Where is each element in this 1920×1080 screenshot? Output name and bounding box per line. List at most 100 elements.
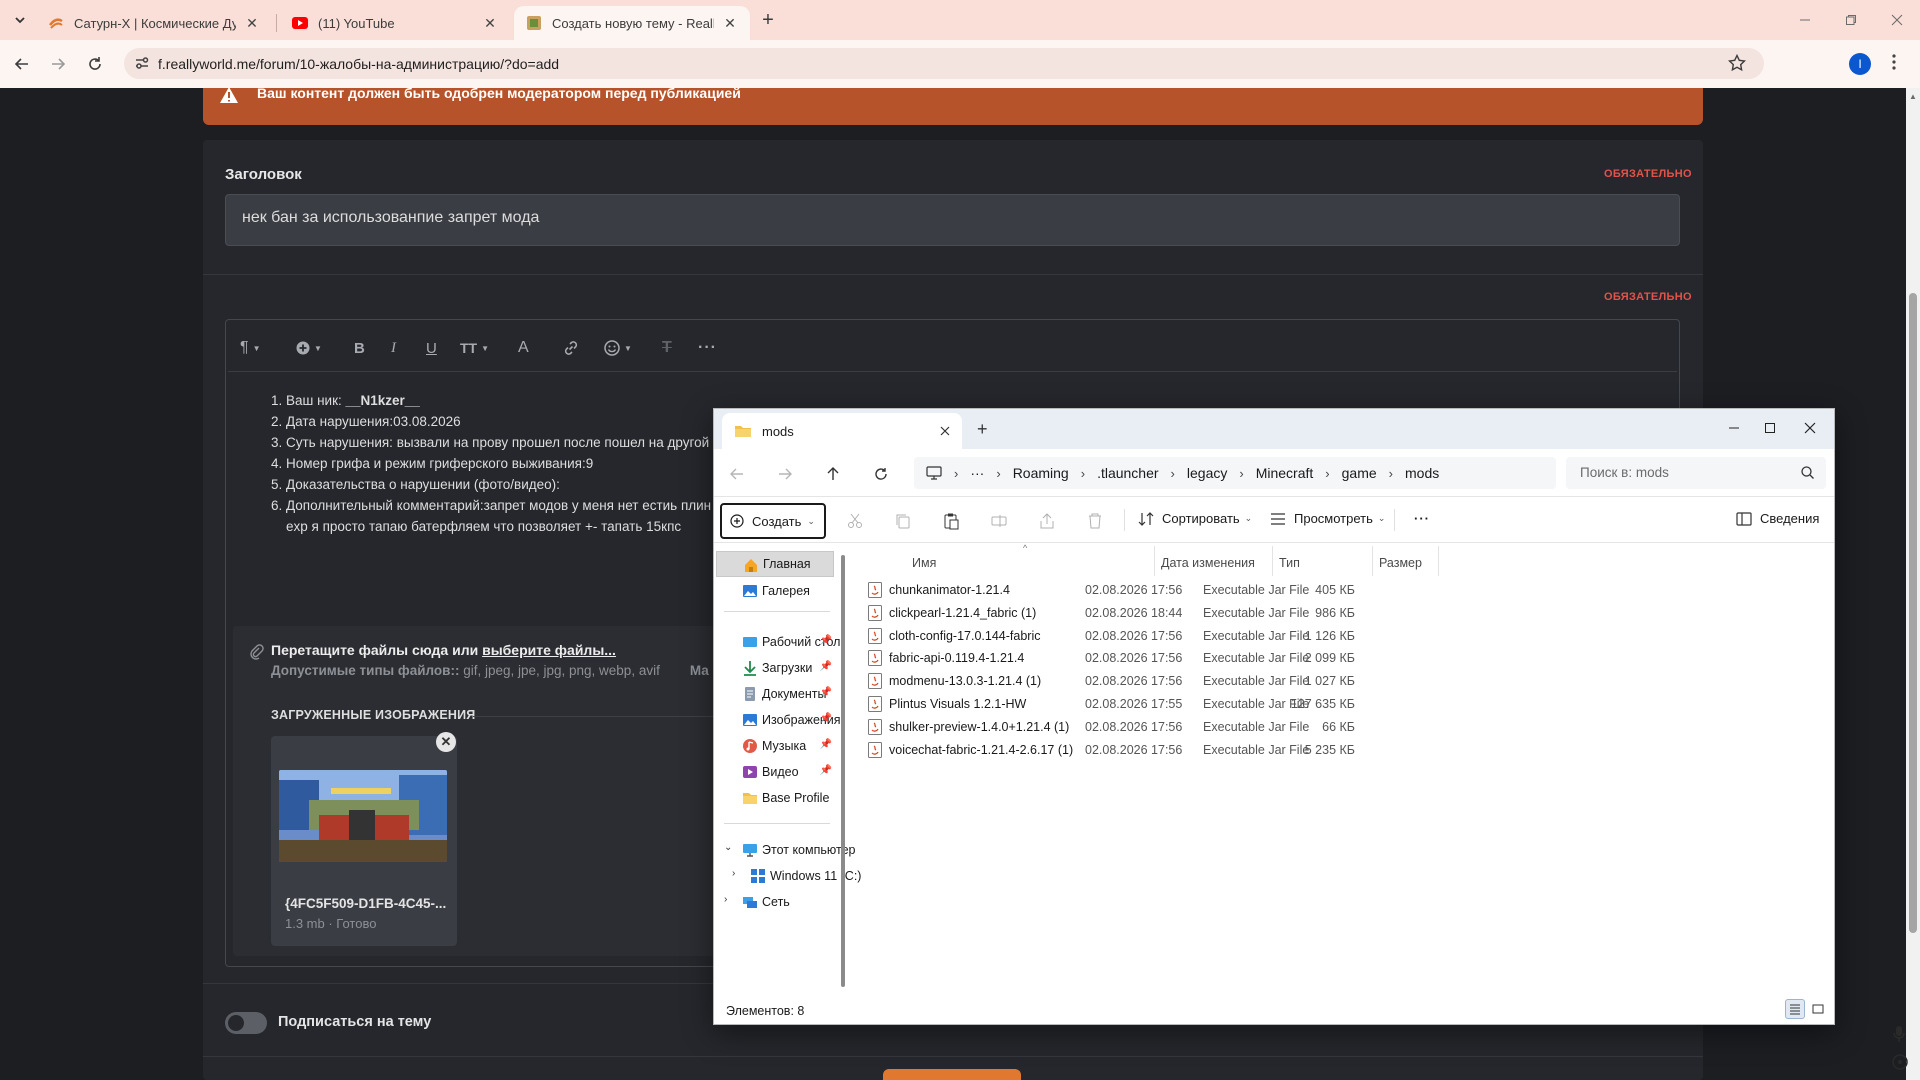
expand-chevron-icon[interactable]: › [724, 894, 727, 905]
file-row[interactable]: clickpearl-1.21.4_fabric (1) 02.08.2026 1… [858, 602, 1458, 624]
create-button[interactable]: Создать ⌄ [720, 503, 826, 539]
scrollbar-thumb[interactable] [1909, 293, 1917, 933]
remove-attachment-button[interactable]: ✕ [436, 732, 456, 752]
clear-format-button[interactable]: T [662, 337, 672, 359]
breadcrumb-roaming[interactable]: Roaming [1013, 465, 1069, 481]
explorer-close-button[interactable] [1790, 417, 1830, 439]
link-button[interactable] [562, 337, 580, 359]
nav-item-desktop[interactable]: Рабочий стол 📌 [716, 629, 840, 655]
nav-item-documents[interactable]: Документы 📌 [716, 681, 834, 707]
column-header-size[interactable]: Размер [1379, 551, 1422, 575]
text-color-button[interactable]: A [518, 337, 529, 359]
explorer-forward-button[interactable] [774, 463, 796, 485]
nav-item-pictures[interactable]: Изображения 📌 [716, 707, 841, 733]
bold-button[interactable]: B [354, 337, 365, 359]
profile-avatar[interactable]: I [1849, 53, 1871, 75]
subscribe-toggle[interactable] [225, 1012, 267, 1034]
emoji-button[interactable]: ▼ [604, 337, 632, 359]
address-bar[interactable]: f.reallyworld.me/forum/10-жалобы-на-адми… [124, 48, 1764, 79]
underline-button[interactable]: U [426, 337, 437, 359]
breadcrumb-minecraft[interactable]: Minecraft [1256, 465, 1314, 481]
file-row[interactable]: voicechat-fabric-1.21.4-2.6.17 (1) 02.08.… [858, 739, 1458, 761]
restore-button[interactable] [1836, 10, 1866, 30]
explorer-address-bar[interactable]: › ··· › Roaming › .tlauncher › legacy › … [914, 457, 1556, 489]
expand-chevron-icon[interactable]: › [732, 868, 735, 879]
breadcrumb-game[interactable]: game [1342, 465, 1377, 481]
copy-icon[interactable] [894, 512, 912, 530]
nav-item-network[interactable]: › Сеть [716, 889, 834, 915]
site-info-icon[interactable] [134, 55, 150, 71]
close-tab-icon[interactable]: ✕ [722, 15, 738, 31]
new-tab-button[interactable]: + [757, 9, 779, 31]
cut-icon[interactable] [846, 512, 864, 530]
breadcrumb-legacy[interactable]: legacy [1187, 465, 1227, 481]
details-view-button[interactable] [1785, 999, 1805, 1019]
file-row[interactable]: Plintus Visuals 1.2.1-HW 02.08.2026 17:55… [858, 693, 1458, 715]
nav-item-gallery[interactable]: Галерея [716, 578, 834, 604]
column-header-name[interactable]: Имя [912, 551, 936, 575]
nav-item-music[interactable]: Музыка 📌 [716, 733, 834, 759]
expand-chevron-icon[interactable]: ⌄ [724, 842, 732, 853]
sort-button[interactable]: Сортировать ⌄ [1138, 511, 1252, 526]
nav-item-video[interactable]: Видео 📌 [716, 759, 834, 785]
page-scrollbar[interactable]: ▲ [1906, 88, 1920, 1080]
microphone-icon[interactable] [1892, 1025, 1906, 1043]
explorer-refresh-button[interactable] [870, 463, 892, 485]
text-size-button[interactable]: TT ▼ [460, 337, 489, 359]
attachment-card[interactable]: ✕ {4FC5F509-D1FB-4C45-... 1.3 mb · Готов… [271, 732, 457, 946]
menu-kebab-icon[interactable] [1892, 54, 1896, 70]
submit-button[interactable] [883, 1069, 1021, 1080]
paragraph-format-button[interactable]: ¶ ▼ [240, 337, 261, 359]
file-row[interactable]: fabric-api-0.119.4-1.21.4 02.08.2026 17:5… [858, 647, 1458, 669]
tiles-view-button[interactable] [1808, 999, 1828, 1019]
reload-button[interactable] [83, 52, 107, 76]
explorer-search-input[interactable]: Поиск в: mods [1566, 457, 1826, 489]
browser-tab-create-topic[interactable]: Создать новую тему - ReallyWorld ✕ [514, 6, 750, 40]
nav-pane-scrollbar[interactable] [841, 555, 845, 987]
back-button[interactable] [10, 52, 34, 76]
nav-item-home[interactable]: Главная [716, 551, 834, 577]
explorer-minimize-button[interactable] [1714, 417, 1754, 439]
forward-button[interactable] [46, 52, 70, 76]
breadcrumb-mods[interactable]: mods [1405, 465, 1439, 481]
file-row[interactable]: chunkanimator-1.21.4 02.08.2026 17:56 Exec… [858, 579, 1458, 601]
paste-icon[interactable] [942, 512, 960, 530]
choose-files-link[interactable]: выберите файлы... [482, 642, 616, 658]
nav-item-this-pc[interactable]: ⌄ Этот компьютер [716, 837, 855, 863]
close-window-button[interactable] [1882, 10, 1912, 30]
explorer-up-button[interactable] [822, 463, 844, 485]
file-row[interactable]: modmenu-13.0.3-1.21.4 (1) 02.08.2026 17:5… [858, 670, 1458, 692]
share-icon[interactable] [1038, 512, 1056, 530]
delete-icon[interactable] [1086, 512, 1104, 530]
rename-icon[interactable] [990, 512, 1008, 530]
file-row[interactable]: shulker-preview-1.4.0+1.21.4 (1) 02.08.20… [858, 716, 1458, 738]
breadcrumb-tlauncher[interactable]: .tlauncher [1097, 465, 1158, 481]
more-options-button[interactable]: ··· [1414, 511, 1430, 526]
accessibility-icon[interactable] [1892, 1054, 1908, 1070]
tab-search-button[interactable] [8, 8, 32, 32]
close-tab-icon[interactable]: ✕ [482, 15, 498, 31]
close-tab-icon[interactable] [940, 426, 950, 436]
insert-button[interactable]: ▼ [296, 337, 322, 359]
bookmark-star-icon[interactable] [1728, 54, 1746, 72]
topic-title-input[interactable]: нек бан за использованпие запрет мода [225, 194, 1680, 246]
file-row[interactable]: cloth-config-17.0.144-fabric 02.08.2026 1… [858, 625, 1458, 647]
column-header-type[interactable]: Тип [1279, 551, 1300, 575]
browser-tab-saturn[interactable]: Сатурн-X | Космические Дуэли ✕ [36, 6, 272, 40]
new-explorer-tab-button[interactable]: + [977, 419, 988, 440]
attachment-thumbnail[interactable] [279, 770, 447, 862]
explorer-tab[interactable]: mods [722, 413, 962, 449]
more-tools-button[interactable]: ··· [698, 337, 717, 359]
italic-button[interactable]: I [391, 337, 396, 359]
explorer-back-button[interactable] [726, 463, 748, 485]
explorer-maximize-button[interactable] [1750, 417, 1790, 439]
breadcrumb-ellipsis[interactable]: ··· [970, 465, 984, 481]
nav-item-base-profile[interactable]: Base Profile [716, 785, 834, 811]
view-button[interactable]: Просмотреть ⌄ [1270, 511, 1385, 526]
column-header-date[interactable]: Дата изменения [1161, 551, 1255, 575]
minimize-button[interactable] [1790, 10, 1820, 30]
details-button[interactable]: Сведения [1736, 511, 1819, 526]
nav-item-windows-drive[interactable]: › Windows 11 (C:) [716, 863, 861, 889]
nav-item-downloads[interactable]: Загрузки 📌 [716, 655, 834, 681]
close-tab-icon[interactable]: ✕ [244, 15, 260, 31]
